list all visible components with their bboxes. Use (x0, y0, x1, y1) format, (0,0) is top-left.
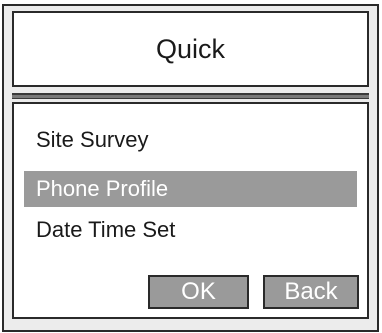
screen-title: Quick (155, 33, 226, 64)
header-divider (12, 93, 369, 99)
menu-item-phone-profile[interactable]: Phone Profile (24, 171, 357, 207)
device-screen: Quick Site Survey Phone Profile Date Tim… (2, 4, 379, 332)
menu-item-date-time-set[interactable]: Date Time Set (24, 212, 357, 248)
back-button[interactable]: Back (263, 275, 359, 309)
title-panel: Quick (12, 11, 369, 87)
menu-item-site-survey[interactable]: Site Survey (24, 122, 357, 158)
menu-panel: Site Survey Phone Profile Date Time Set … (12, 102, 369, 319)
ok-button[interactable]: OK (148, 275, 249, 309)
